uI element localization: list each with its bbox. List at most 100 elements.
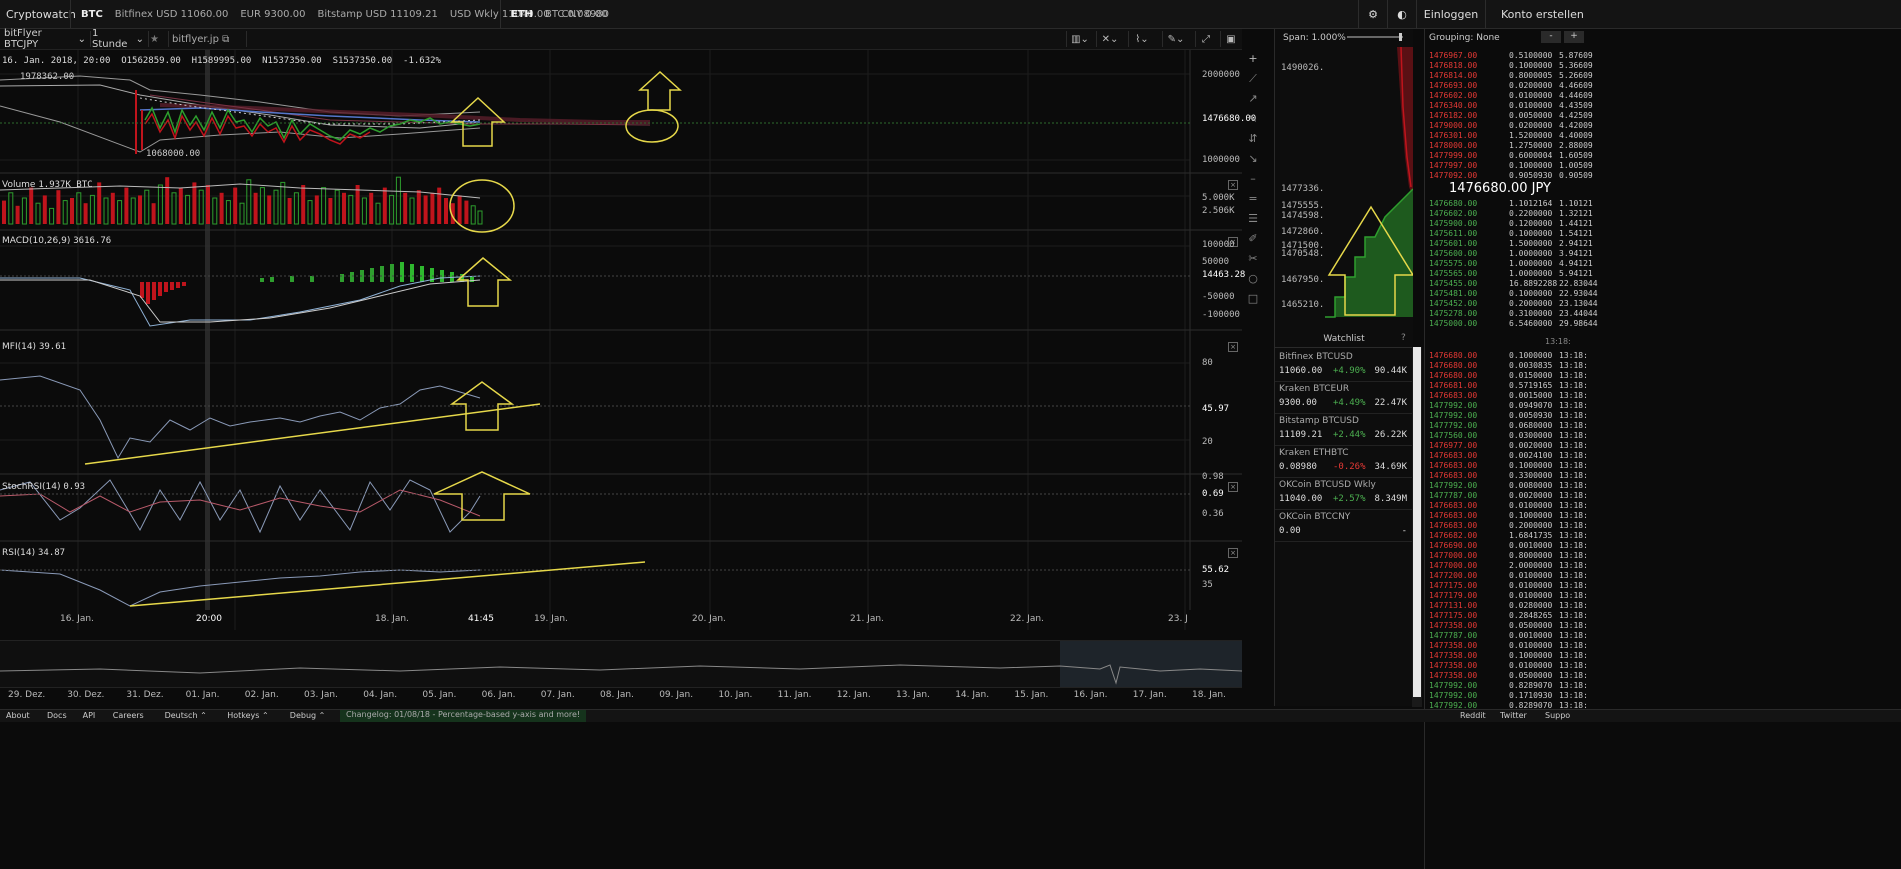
ask-row-cell: 4.42009 [1559, 121, 1593, 130]
watchlist-scrollbar[interactable] [1412, 347, 1422, 707]
trade-row-cell: 0.0500000 [1509, 671, 1553, 680]
equal-tool-icon[interactable]: = [1244, 192, 1262, 212]
volume-ytick: 5.000K [1202, 193, 1235, 203]
ray-tool-icon[interactable]: ↗ [1244, 92, 1262, 112]
span-slider[interactable] [1347, 36, 1403, 38]
close-icon[interactable]: × [1228, 548, 1238, 558]
trade-row-cell: 0.0500000 [1509, 621, 1553, 630]
footer-link-twitter[interactable]: Twitter [1500, 711, 1527, 720]
signup-button[interactable]: Konto erstellen [1485, 0, 1901, 28]
volume-bar [409, 197, 415, 225]
login-button[interactable]: Einloggen [1416, 0, 1485, 28]
overview-x-label: 05. Jan. [422, 690, 457, 700]
btc-ticker-group[interactable]: BTC Bitfinex USD 11060.00 EUR 9300.00 Bi… [70, 0, 608, 28]
watchlist-item[interactable]: Kraken ETHBTC 0.08980 -0.26% 34.69K [1275, 445, 1413, 478]
macd-line [0, 275, 481, 327]
trade-row-cell: 13:18: [1559, 581, 1588, 590]
bid-row-cell: 1.0000000 [1509, 269, 1553, 278]
footer-link[interactable]: Deutsch ⌃ [165, 711, 207, 720]
watchlist-item[interactable]: OKCoin BTCUSD Wkly 11040.00 +2.57% 8.349M [1275, 477, 1413, 510]
fib-tool-icon[interactable]: ⇵ [1244, 132, 1262, 152]
footer-link[interactable]: Debug ⌃ [290, 711, 326, 720]
volume-bar [470, 205, 476, 225]
trade-row-cell: 0.2848265 [1509, 611, 1553, 620]
eth-ticker-group[interactable]: ETH BTC 0.08980 [500, 0, 609, 28]
grouping-plus-button[interactable]: + [1564, 31, 1584, 43]
watchlist-item[interactable]: Kraken BTCEUR 9300.00 +4.49% 22.47K [1275, 381, 1413, 414]
volume-bar [225, 200, 231, 225]
watchlist-item[interactable]: Bitstamp BTCUSD 11109.21 +2.44% 26.22K [1275, 413, 1413, 446]
watchlist-name: Bitfinex BTCUSD [1279, 352, 1353, 362]
volume-bar [253, 192, 258, 224]
pencil-icon[interactable]: ✎⌄ [1162, 31, 1189, 47]
arrow-down-tool-icon[interactable]: ↘ [1244, 152, 1262, 172]
trade-row-cell: 0.1710930 [1509, 691, 1553, 700]
ticker-eur[interactable]: EUR 9300.00 [240, 9, 305, 20]
ticker-bitfinex-usd[interactable]: Bitfinex USD 11060.00 [115, 9, 229, 20]
mfi-line [0, 375, 481, 460]
ohlc-change: -1.632% [403, 56, 441, 66]
trade-row-cell: 13:18: [1559, 681, 1588, 690]
mfi-title: MFI(14) 39.61 [2, 342, 66, 352]
app-title[interactable]: Cryptowatch [6, 8, 76, 21]
footer-link-reddit[interactable]: Reddit [1460, 711, 1486, 720]
expand-icon[interactable]: ⤢ [1195, 31, 1216, 47]
interval-select[interactable]: 1 Stunde ⌄ [88, 28, 149, 50]
chart-area[interactable] [0, 50, 1242, 630]
ask-row: 1477997.00 0.1000000 1.00509 [1429, 161, 1899, 171]
trade-row: 1476682.00 1.6841735 13:18: [1429, 531, 1899, 541]
footer-link[interactable]: Careers [113, 711, 144, 720]
trade-row: 1476683.00 0.1000000 13:18: [1429, 461, 1899, 471]
market-select[interactable]: bitFlyer BTCJPY ⌄ [0, 28, 91, 50]
trade-row-cell: 0.0949070 [1509, 401, 1553, 410]
changelog-link[interactable]: Changelog: 01/08/18 - Percentage-based y… [340, 710, 587, 722]
screenshot-icon[interactable]: ▣ [1220, 31, 1241, 47]
bar-chart-icon[interactable]: ▥⌄ [1066, 31, 1093, 47]
scrollbar-thumb[interactable] [1413, 347, 1421, 697]
gear-icon[interactable]: ⚙ [1358, 0, 1387, 28]
trade-row: 1476690.00 0.0010000 13:18: [1429, 541, 1899, 551]
scissors-tool-icon[interactable]: ✂ [1244, 252, 1262, 272]
bid-row-cell: 2.94121 [1559, 239, 1593, 248]
mfi-ytick: 80 [1202, 358, 1213, 368]
trade-row-cell: 0.0020000 [1509, 441, 1553, 450]
grouping-minus-button[interactable]: - [1541, 31, 1561, 43]
line-tool-icon[interactable]: ⟋ [1244, 72, 1262, 92]
close-icon[interactable]: × [1228, 482, 1238, 492]
trade-row-cell: 13:18: [1559, 391, 1588, 400]
top-bar: Cryptowatch BTC Bitfinex USD 11060.00 EU… [0, 0, 1901, 29]
footer-link[interactable]: API [83, 711, 96, 720]
rect-tool-icon[interactable]: □ [1244, 292, 1262, 312]
plus-icon[interactable]: + [1244, 52, 1262, 72]
exchange-link[interactable]: bitflyer.jp ⧉ [168, 31, 247, 47]
minus-icon[interactable]: – [1244, 172, 1262, 192]
ohlc-readout: 16. Jan. 2018, 20:00 O1562859.00 H158999… [2, 56, 441, 66]
help-icon[interactable]: ? [1401, 333, 1406, 343]
circle-tool-icon[interactable]: ○ [1244, 272, 1262, 292]
footer-link[interactable]: Hotkeys ⌃ [227, 711, 268, 720]
span-slider-handle[interactable] [1399, 33, 1402, 41]
indicator-icon[interactable]: ⌇⌄ [1128, 31, 1155, 47]
stochrsi-ytick-current: 0.69 [1202, 489, 1224, 499]
ohlc-low: N1537350.00 [262, 56, 322, 66]
overview-navigator[interactable] [0, 640, 1243, 688]
footer-link[interactable]: About [6, 711, 30, 720]
watchlist-item[interactable]: OKCoin BTCCNY 0.00 - [1275, 509, 1413, 542]
close-icon[interactable]: × [1228, 342, 1238, 352]
ticker-bitstamp-usd[interactable]: Bitstamp USD 11109.21 [317, 9, 437, 20]
volume-bar [246, 179, 252, 225]
crosshair-icon[interactable]: ✕⌄ [1096, 31, 1123, 47]
footer-link-support[interactable]: Suppo [1545, 711, 1570, 720]
arrow-tool-icon[interactable]: ↖ [1244, 112, 1262, 132]
contrast-icon[interactable]: ◐ [1387, 0, 1416, 28]
brush-tool-icon[interactable]: ✐ [1244, 232, 1262, 252]
footer-link[interactable]: Docs [47, 711, 67, 720]
trade-row-cell: 0.1000000 [1509, 651, 1553, 660]
close-icon[interactable]: × [1228, 180, 1238, 190]
depth-chart[interactable]: Span: 1.000% 1490026. 1477336. 1475555. … [1274, 29, 1413, 347]
star-icon[interactable]: ★ [146, 31, 169, 47]
ticker-eth-btc[interactable]: BTC 0.08980 [545, 9, 609, 20]
watchlist-item[interactable]: Bitfinex BTCUSD 11060.00 +4.90% 90.44K [1275, 349, 1413, 382]
menu-tool-icon[interactable]: ☰ [1244, 212, 1262, 232]
watchlist-price: 11109.21 [1279, 430, 1323, 440]
